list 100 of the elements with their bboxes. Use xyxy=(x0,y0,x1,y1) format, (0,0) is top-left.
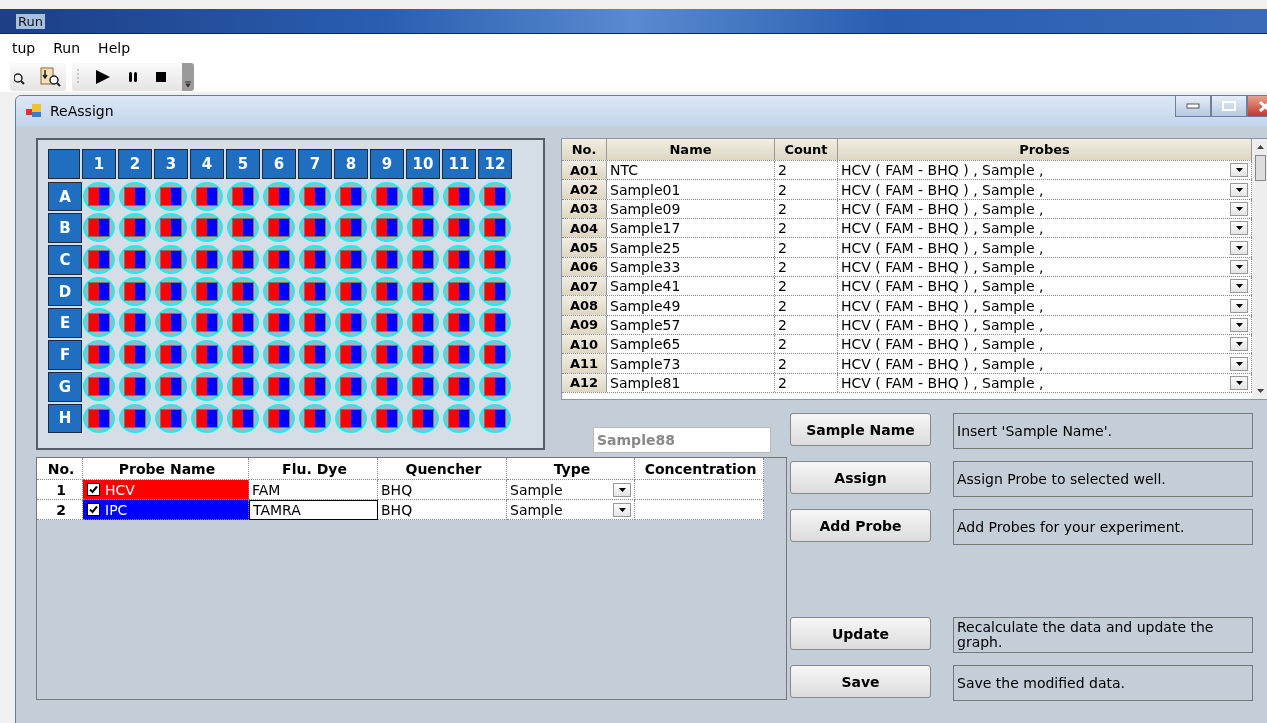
column-header[interactable]: Count xyxy=(775,139,838,160)
row-header[interactable]: A09 xyxy=(562,315,607,335)
maximize-button[interactable] xyxy=(1211,96,1247,117)
well[interactable] xyxy=(479,276,511,306)
well[interactable] xyxy=(263,340,295,370)
dropdown-cell[interactable]: HCV ( FAM - BHQ ) , Sample , xyxy=(838,257,1252,277)
row-header[interactable]: A04 xyxy=(562,219,607,238)
well[interactable] xyxy=(83,245,115,275)
well[interactable] xyxy=(155,276,187,306)
well[interactable] xyxy=(155,371,187,401)
column-header[interactable]: 8 xyxy=(334,149,368,179)
well[interactable] xyxy=(83,403,115,433)
row-header[interactable]: A02 xyxy=(562,180,607,199)
well[interactable] xyxy=(299,245,331,275)
column-header[interactable]: Concentration xyxy=(635,458,764,480)
well[interactable] xyxy=(479,340,511,370)
dropdown-button[interactable] xyxy=(1230,375,1248,390)
checkbox[interactable] xyxy=(87,483,100,496)
dropdown-cell[interactable]: HCV ( FAM - BHQ ) , Sample , xyxy=(838,199,1252,219)
row-header[interactable]: D xyxy=(48,276,82,307)
table-cell[interactable]: FAM xyxy=(249,480,378,500)
column-header[interactable]: 7 xyxy=(298,149,332,179)
well[interactable] xyxy=(155,308,187,338)
menu-item[interactable]: tup xyxy=(12,40,36,56)
well[interactable] xyxy=(227,181,259,211)
dropdown-button[interactable] xyxy=(613,482,631,497)
well[interactable] xyxy=(443,340,475,370)
well[interactable] xyxy=(407,245,439,275)
well[interactable] xyxy=(335,308,367,338)
scroll-down-icon[interactable] xyxy=(1257,389,1264,393)
dropdown-button[interactable] xyxy=(1230,279,1248,294)
well[interactable] xyxy=(335,213,367,243)
scrollbar[interactable] xyxy=(1252,139,1267,399)
row-header[interactable]: 2 xyxy=(37,500,83,520)
well[interactable] xyxy=(407,308,439,338)
dropdown-button[interactable] xyxy=(1230,356,1248,371)
action-button[interactable]: Save xyxy=(790,665,931,698)
row-header[interactable]: A11 xyxy=(562,354,607,373)
column-header[interactable]: 4 xyxy=(190,149,224,179)
action-button[interactable]: Add Probe xyxy=(790,509,931,542)
well[interactable] xyxy=(119,245,151,275)
row-header[interactable]: H xyxy=(48,403,82,434)
dropdown-cell[interactable]: HCV ( FAM - BHQ ) , Sample , xyxy=(838,180,1252,199)
well[interactable] xyxy=(371,276,403,306)
column-header[interactable]: Probe Name xyxy=(83,458,249,480)
well[interactable] xyxy=(407,340,439,370)
well[interactable] xyxy=(443,308,475,338)
well[interactable] xyxy=(371,340,403,370)
well[interactable] xyxy=(227,308,259,338)
well[interactable] xyxy=(191,340,223,370)
well[interactable] xyxy=(371,181,403,211)
dropdown-button[interactable] xyxy=(1230,163,1248,178)
dropdown-cell[interactable]: Sample xyxy=(507,500,635,520)
probe-name-cell[interactable]: HCV xyxy=(83,480,249,500)
dropdown-cell[interactable]: HCV ( FAM - BHQ ) , Sample , xyxy=(838,161,1252,180)
dropdown-cell[interactable]: HCV ( FAM - BHQ ) , Sample , xyxy=(838,219,1252,238)
well[interactable] xyxy=(443,371,475,401)
table-cell[interactable]: TAMRA xyxy=(249,500,378,520)
row-header[interactable]: A10 xyxy=(562,335,607,354)
well[interactable] xyxy=(263,245,295,275)
well[interactable] xyxy=(335,276,367,306)
dropdown-button[interactable] xyxy=(1230,259,1248,274)
column-header[interactable]: 10 xyxy=(406,149,440,179)
dropdown-cell[interactable]: HCV ( FAM - BHQ ) , Sample , xyxy=(838,277,1252,296)
column-header[interactable]: No. xyxy=(562,139,607,160)
well[interactable] xyxy=(299,213,331,243)
column-header[interactable]: 5 xyxy=(226,149,260,179)
well[interactable] xyxy=(371,371,403,401)
well[interactable] xyxy=(407,213,439,243)
dropdown-button[interactable] xyxy=(613,502,631,517)
toolbar-overflow-button[interactable] xyxy=(182,63,194,91)
well[interactable] xyxy=(371,245,403,275)
well[interactable] xyxy=(155,340,187,370)
well[interactable] xyxy=(191,403,223,433)
action-button[interactable]: Assign xyxy=(790,461,931,494)
dropdown-button[interactable] xyxy=(1230,201,1248,216)
row-header[interactable]: A03 xyxy=(562,199,607,219)
column-header[interactable]: Name xyxy=(607,139,775,160)
well[interactable] xyxy=(155,181,187,211)
action-button[interactable]: Sample Name xyxy=(790,413,931,446)
well[interactable] xyxy=(299,276,331,306)
well[interactable] xyxy=(443,245,475,275)
row-header[interactable]: A12 xyxy=(562,373,607,393)
dropdown-button[interactable] xyxy=(1230,337,1248,352)
well[interactable] xyxy=(335,403,367,433)
well[interactable] xyxy=(479,245,511,275)
well[interactable] xyxy=(443,276,475,306)
well[interactable] xyxy=(227,245,259,275)
well[interactable] xyxy=(299,403,331,433)
well[interactable] xyxy=(227,213,259,243)
well[interactable] xyxy=(371,213,403,243)
well[interactable] xyxy=(191,213,223,243)
dropdown-cell[interactable]: HCV ( FAM - BHQ ) , Sample , xyxy=(838,354,1252,373)
well[interactable] xyxy=(227,403,259,433)
well[interactable] xyxy=(335,371,367,401)
column-header[interactable]: Type xyxy=(507,458,635,480)
dropdown-button[interactable] xyxy=(1230,240,1248,255)
well[interactable] xyxy=(191,181,223,211)
row-header[interactable]: A07 xyxy=(562,277,607,296)
menu-item[interactable]: Help xyxy=(98,40,131,56)
